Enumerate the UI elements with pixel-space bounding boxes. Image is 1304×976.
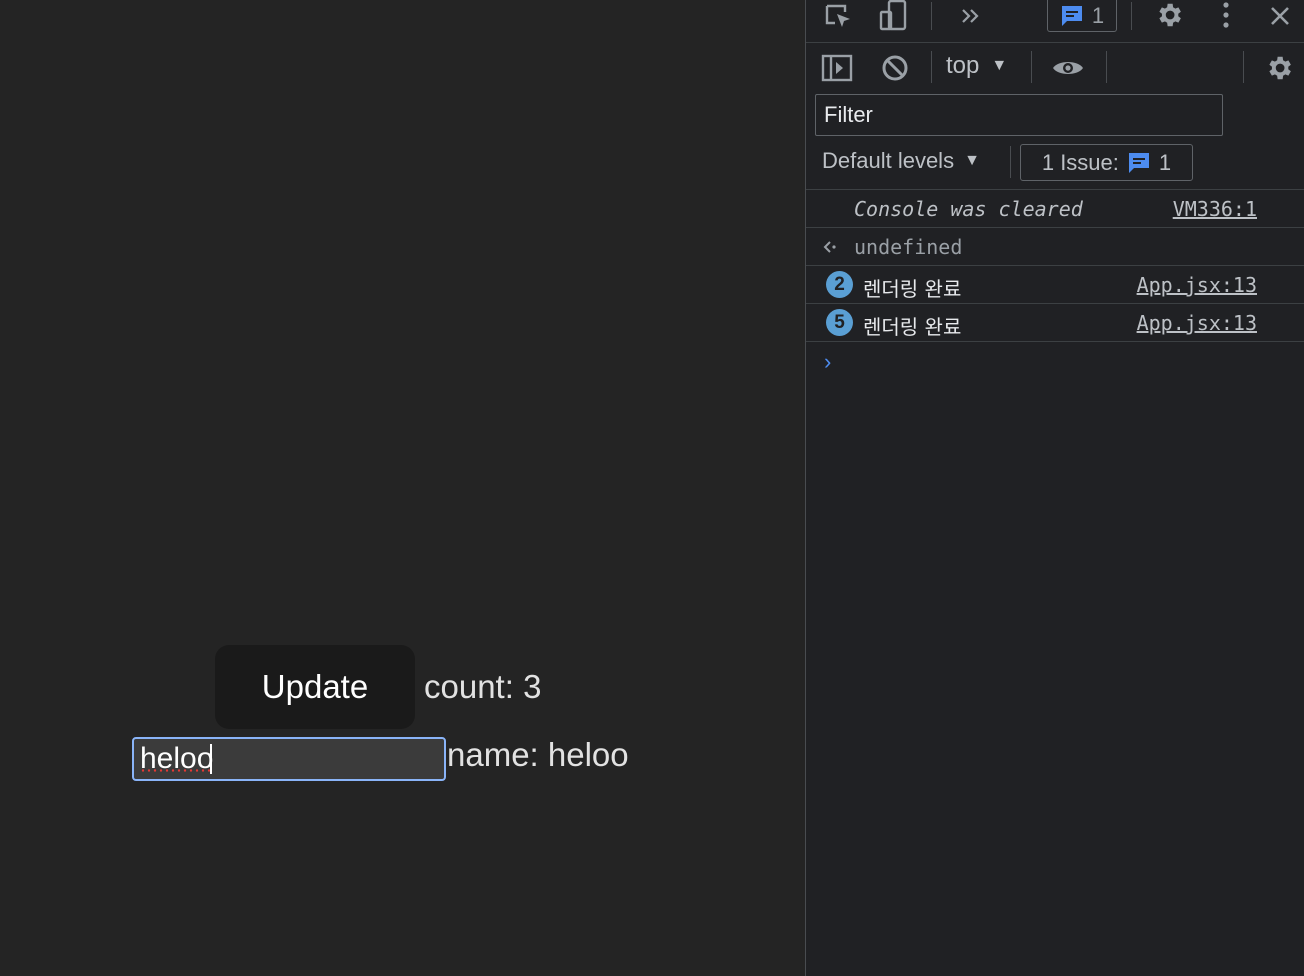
console-message-text: Console was cleared [854, 197, 1083, 221]
console-toolbar [806, 43, 1304, 91]
gear-icon[interactable] [1262, 52, 1296, 84]
app-viewport: Update count: 3 name: heloo [0, 0, 805, 976]
context-selector[interactable]: top ▼ [946, 52, 1007, 80]
console-message-text: 렌더링 완료 [863, 315, 962, 339]
return-value-arrow-icon [822, 240, 838, 254]
toolbar-divider [1243, 51, 1244, 83]
console-message: 5 렌더링 완료 App.jsx:13 [806, 304, 1304, 342]
console-messages: Console was cleared VM336:1 undefined 2 … [806, 189, 1304, 342]
devtools-panel: 1 top ▼ Defa [805, 0, 1304, 976]
text-caret [210, 744, 212, 774]
update-button[interactable]: Update [215, 645, 415, 729]
name-input[interactable] [132, 737, 446, 781]
log-levels-dropdown[interactable]: Default levels ▼ [822, 148, 980, 174]
context-label: top [946, 52, 980, 79]
source-link[interactable]: VM336:1 [1173, 197, 1257, 221]
kebab-menu-icon[interactable] [1214, 0, 1238, 30]
toolbar-divider [1106, 51, 1107, 83]
devtools-top-bar: 1 [806, 0, 1304, 43]
device-toolbar-icon[interactable] [876, 0, 910, 32]
close-icon[interactable] [1266, 2, 1294, 30]
spellcheck-underline [140, 769, 210, 772]
console-message: 2 렌더링 완료 App.jsx:13 [806, 266, 1304, 304]
source-link[interactable]: App.jsx:13 [1137, 273, 1257, 297]
issues-counter-button[interactable]: 1 [1047, 0, 1117, 32]
show-sidebar-icon[interactable] [820, 53, 854, 83]
console-message: Console was cleared VM336:1 [806, 190, 1304, 228]
clear-console-icon[interactable] [880, 53, 910, 83]
issues-count: 1 [1091, 2, 1105, 28]
dropdown-arrow-icon: ▼ [964, 152, 980, 169]
live-expression-eye-icon[interactable] [1050, 53, 1086, 83]
repeat-count-badge: 5 [826, 309, 853, 336]
log-levels-label: Default levels [822, 148, 955, 173]
gear-icon[interactable] [1152, 0, 1186, 30]
toolbar-divider [931, 51, 932, 83]
name-label: name: heloo [447, 736, 629, 773]
issues-message-icon [1060, 4, 1084, 28]
toolbar-divider [1010, 146, 1011, 178]
console-message-text: 렌더링 완료 [863, 277, 962, 301]
issues-message-icon [1127, 151, 1151, 175]
repeat-count-badge: 2 [826, 271, 853, 298]
source-link[interactable]: App.jsx:13 [1137, 311, 1257, 335]
inspect-element-icon[interactable] [822, 2, 856, 32]
count-label: count: 3 [424, 668, 542, 705]
more-tabs-chevron-icon[interactable] [956, 2, 986, 30]
toolbar-divider [1131, 2, 1132, 30]
console-message-text: undefined [854, 235, 963, 259]
toolbar-divider [1031, 51, 1032, 83]
dropdown-arrow-icon: ▼ [991, 57, 1008, 74]
console-prompt[interactable]: › [824, 349, 831, 375]
console-message: undefined [806, 228, 1304, 266]
issue-label: 1 Issue: [1041, 149, 1119, 175]
console-filter-input[interactable] [815, 94, 1223, 136]
issues-button[interactable]: 1 Issue: 1 [1020, 144, 1193, 181]
issue-count: 1 [1158, 149, 1172, 175]
toolbar-divider [931, 2, 932, 30]
